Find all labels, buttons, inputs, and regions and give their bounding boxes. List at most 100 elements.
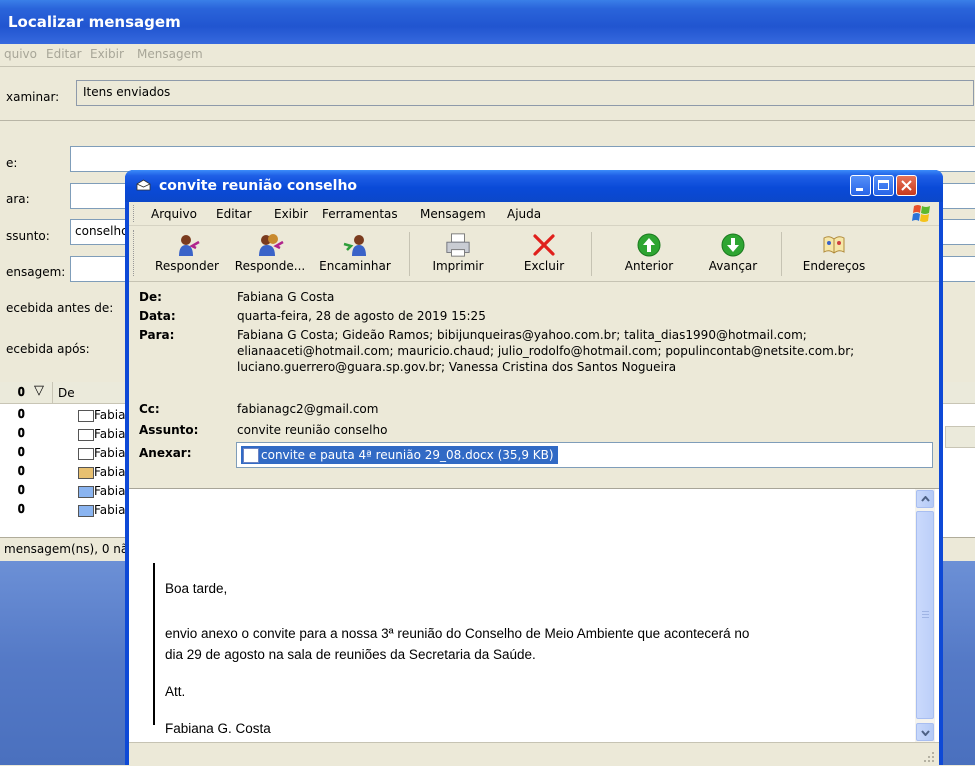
menubar-grip xyxy=(133,205,136,222)
reply-icon xyxy=(179,235,200,256)
addresses-button[interactable]: Endereços xyxy=(791,226,877,281)
bg-menu-file[interactable]: quivo xyxy=(4,47,37,61)
attachment-icon: 𝟎 xyxy=(18,407,25,421)
attachment-field[interactable]: convite e pauta 4ª reunião 29_08.docx (3… xyxy=(236,442,933,468)
subject-label: ssunto: xyxy=(6,229,50,243)
message-label: ensagem: xyxy=(6,265,66,279)
from-input[interactable] xyxy=(70,146,975,172)
message-header: De: Fabiana G Costa Data: quarta-feira, … xyxy=(129,282,939,489)
body-closing: Att. xyxy=(165,684,186,699)
attachment-item[interactable]: convite e pauta 4ª reunião 29_08.docx (3… xyxy=(241,446,558,464)
delete-button[interactable]: Excluir xyxy=(507,226,581,281)
cc-label: Cc: xyxy=(139,402,160,416)
background-menubar: quivo Editar Exibir Mensagem xyxy=(0,44,975,67)
envelope-icon xyxy=(78,448,94,460)
delete-label: Excluir xyxy=(523,259,565,273)
background-status-text: mensagem(ns), 0 nã xyxy=(4,542,129,556)
message-body[interactable]: Boa tarde, envio anexo o convite para a … xyxy=(129,489,939,742)
look-in-label: xaminar: xyxy=(6,90,60,104)
from-label: e: xyxy=(6,156,18,170)
word-document-icon xyxy=(243,448,259,463)
reply-label: Responder xyxy=(155,259,219,273)
minimize-icon xyxy=(856,188,863,191)
forward-button[interactable]: Encaminhar xyxy=(313,226,397,281)
menu-edit[interactable]: Editar xyxy=(216,207,252,221)
message-toolbar: Responder Responde... Encaminhar Imprimi… xyxy=(129,226,939,282)
subject-input-value: conselho xyxy=(75,224,129,238)
cc-value: fabianagc2@gmail.com xyxy=(237,402,379,416)
background-window-titlebar[interactable]: Localizar mensagem xyxy=(0,0,975,44)
forwarded-envelope-icon xyxy=(78,486,94,498)
toolbar-separator xyxy=(409,232,410,276)
received-before-label: ecebida antes de: xyxy=(6,301,114,315)
maximize-icon xyxy=(878,180,889,190)
forward-label: Encaminhar xyxy=(319,259,391,273)
attachment-column-icon[interactable]: 𝟎 xyxy=(18,385,25,400)
list-item-from: Fabia xyxy=(94,427,126,441)
toolbar-grip xyxy=(133,230,136,276)
replied-envelope-icon xyxy=(78,467,94,479)
toolbar-separator xyxy=(781,232,782,276)
list-item-from: Fabia xyxy=(94,503,126,517)
menu-tools[interactable]: Ferramentas xyxy=(322,207,398,221)
flag-column-icon[interactable]: ▽ xyxy=(34,383,44,398)
envelope-icon xyxy=(78,429,94,441)
delete-x-icon xyxy=(533,234,555,256)
previous-button[interactable]: Anterior xyxy=(611,226,687,281)
minimize-button[interactable] xyxy=(850,175,871,196)
from-label: De: xyxy=(139,290,162,304)
envelope-icon xyxy=(78,410,94,422)
scroll-up-button[interactable] xyxy=(916,490,934,508)
list-item-from: Fabia xyxy=(94,484,126,498)
resize-grip-icon[interactable] xyxy=(923,751,935,763)
bg-menu-view[interactable]: Exibir xyxy=(90,47,124,61)
bg-menu-message[interactable]: Mensagem xyxy=(137,47,203,61)
scroll-thumb[interactable] xyxy=(916,511,934,719)
next-button[interactable]: Avançar xyxy=(695,226,771,281)
look-in-field[interactable]: Itens enviados xyxy=(76,80,974,106)
body-line-2: dia 29 de agosto na sala de reuniões da … xyxy=(165,647,536,662)
reply-all-icon xyxy=(259,234,284,256)
background-window-title: Localizar mensagem xyxy=(8,13,181,31)
attachment-icon: 𝟎 xyxy=(18,426,25,440)
menu-file[interactable]: Arquivo xyxy=(151,207,197,221)
message-statusbar xyxy=(129,742,939,766)
close-icon xyxy=(901,180,912,191)
menu-message[interactable]: Mensagem xyxy=(420,207,486,221)
attachment-icon: 𝟎 xyxy=(18,502,25,516)
open-envelope-icon xyxy=(136,179,151,191)
next-label: Avançar xyxy=(708,259,758,273)
print-button[interactable]: Imprimir xyxy=(421,226,495,281)
previous-label: Anterior xyxy=(624,259,674,273)
menu-view[interactable]: Exibir xyxy=(274,207,308,221)
body-line-1: envio anexo o convite para a nossa 3ª re… xyxy=(165,626,750,641)
message-window-titlebar[interactable]: convite reunião conselho xyxy=(125,170,943,202)
quote-bar xyxy=(153,563,155,725)
subject-value: convite reunião conselho xyxy=(237,423,388,437)
subject-label: Assunto: xyxy=(139,423,199,437)
reply-all-button[interactable]: Responde... xyxy=(229,226,311,281)
to-value-line-2: elianaaceti@hotmail.com; mauricio.chaud;… xyxy=(237,344,855,358)
date-label: Data: xyxy=(139,309,176,323)
menu-help[interactable]: Ajuda xyxy=(507,207,541,221)
reply-all-label: Responde... xyxy=(234,259,306,273)
thumb-grip-line xyxy=(922,611,929,612)
body-signature: Fabiana G. Costa xyxy=(165,721,271,736)
thumb-grip-line xyxy=(922,614,929,615)
date-value: quarta-feira, 28 de agosto de 2019 15:25 xyxy=(237,309,486,323)
from-column-header[interactable]: De xyxy=(58,386,75,400)
reply-button[interactable]: Responder xyxy=(147,226,227,281)
attachment-icon: 𝟎 xyxy=(18,464,25,478)
close-button[interactable] xyxy=(896,175,917,196)
toolbar-separator xyxy=(591,232,592,276)
to-label: ara: xyxy=(6,192,30,206)
from-value: Fabiana G Costa xyxy=(237,290,335,304)
message-window: convite reunião conselho Arquivo Editar … xyxy=(125,170,943,766)
maximize-button[interactable] xyxy=(873,175,894,196)
to-label: Para: xyxy=(139,328,175,342)
body-scrollbar[interactable] xyxy=(915,489,935,742)
bg-menu-edit[interactable]: Editar xyxy=(46,47,82,61)
scroll-down-button[interactable] xyxy=(916,723,934,741)
addresses-label: Endereços xyxy=(802,259,866,273)
message-menubar: Arquivo Editar Exibir Ferramentas Mensag… xyxy=(129,202,939,226)
